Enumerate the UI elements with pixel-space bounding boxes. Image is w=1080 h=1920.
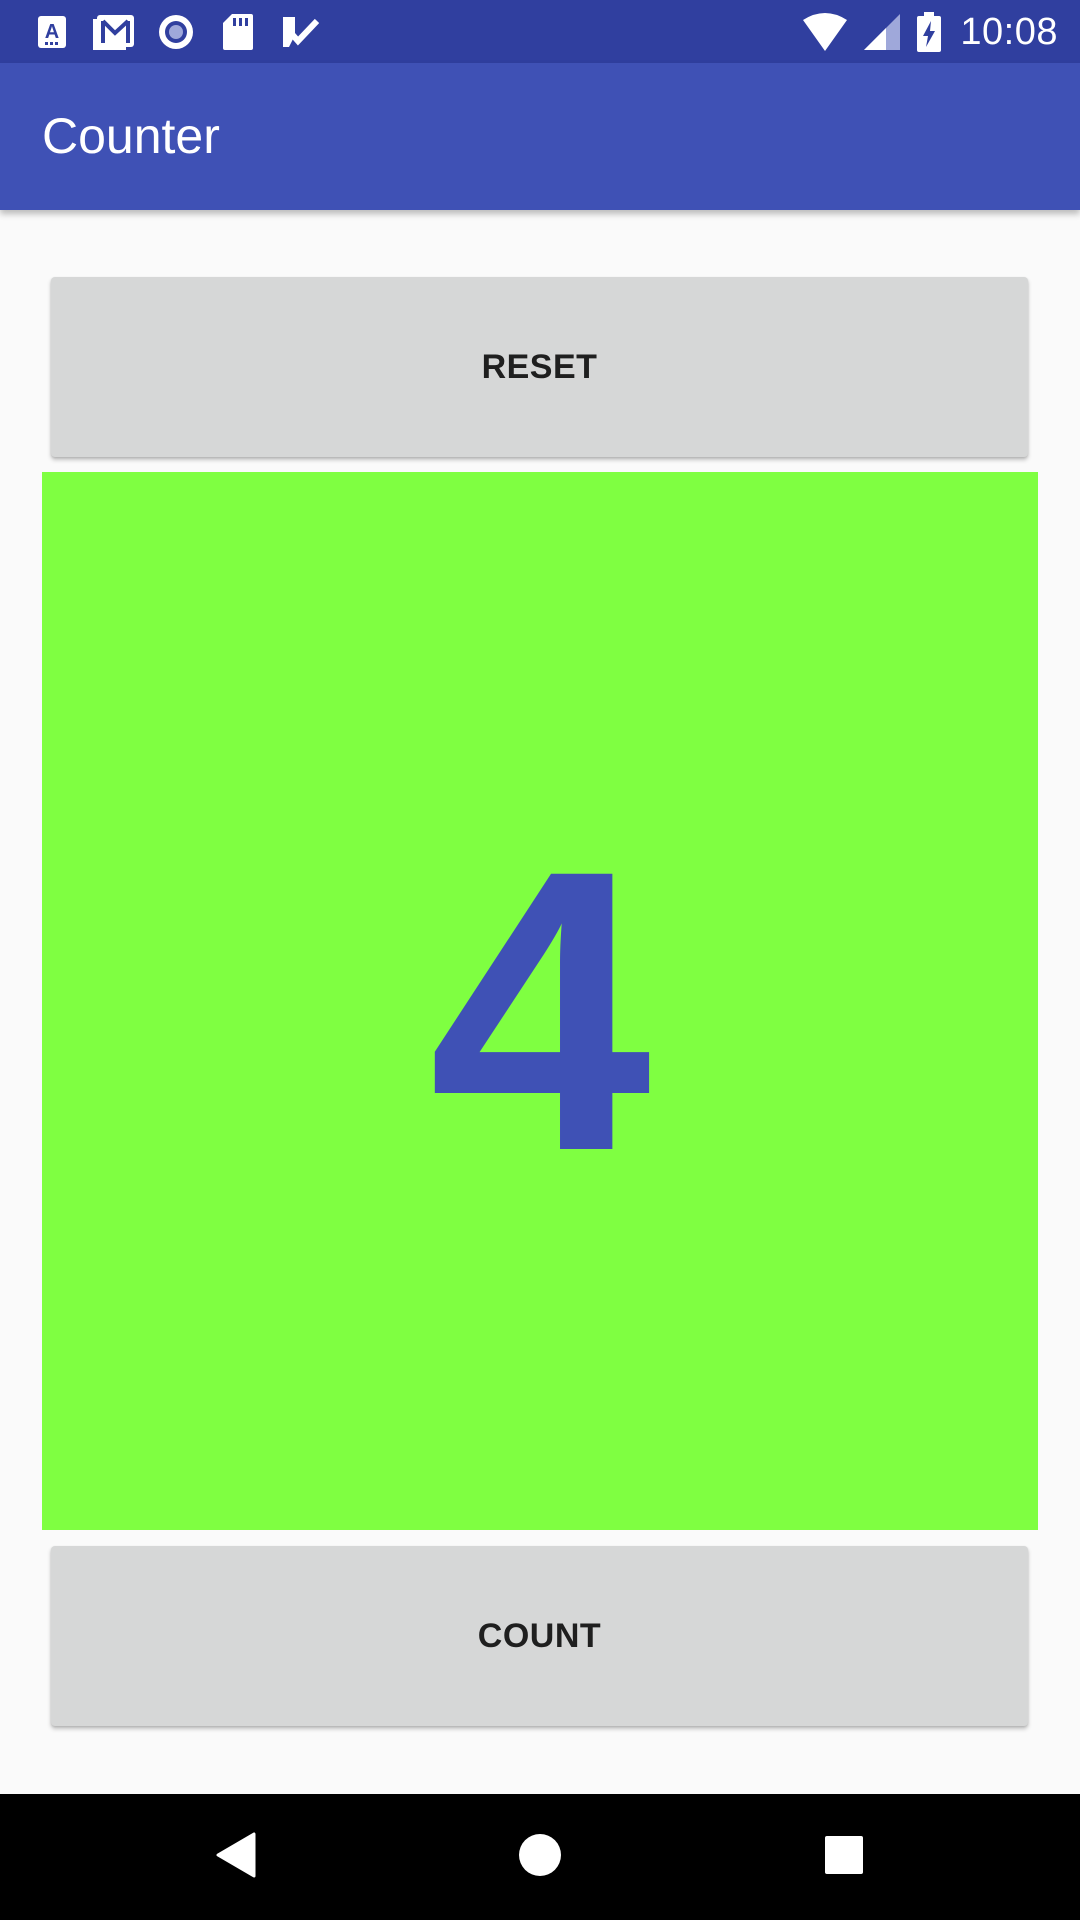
reset-button[interactable]: RESET [51, 277, 1028, 457]
gmail-icon [92, 10, 136, 54]
sd-card-icon [216, 10, 260, 54]
checklist-icon [278, 10, 322, 54]
status-bar: A 10:08 [0, 0, 1080, 63]
svg-text:A: A [45, 21, 59, 43]
count-button[interactable]: COUNT [51, 1546, 1028, 1726]
notification-icons: A [30, 10, 340, 54]
home-icon [518, 1833, 562, 1882]
app-bar: Counter [0, 63, 1080, 210]
back-button[interactable] [176, 1794, 296, 1920]
font-app-icon: A [30, 10, 74, 54]
page-title: Counter [42, 108, 220, 164]
status-clock: 10:08 [960, 10, 1058, 53]
signal-icon [862, 12, 902, 52]
navigation-bar [0, 1794, 1080, 1920]
counter-display: 4 [42, 472, 1038, 1530]
home-button[interactable] [480, 1794, 600, 1920]
recents-button[interactable] [784, 1794, 904, 1920]
battery-charging-icon [916, 11, 942, 53]
recents-icon [824, 1835, 864, 1880]
back-icon [216, 1832, 256, 1883]
counter-value: 4 [428, 787, 652, 1234]
record-icon [154, 10, 198, 54]
system-status: 10:08 [788, 8, 1058, 56]
wifi-icon [802, 12, 848, 52]
